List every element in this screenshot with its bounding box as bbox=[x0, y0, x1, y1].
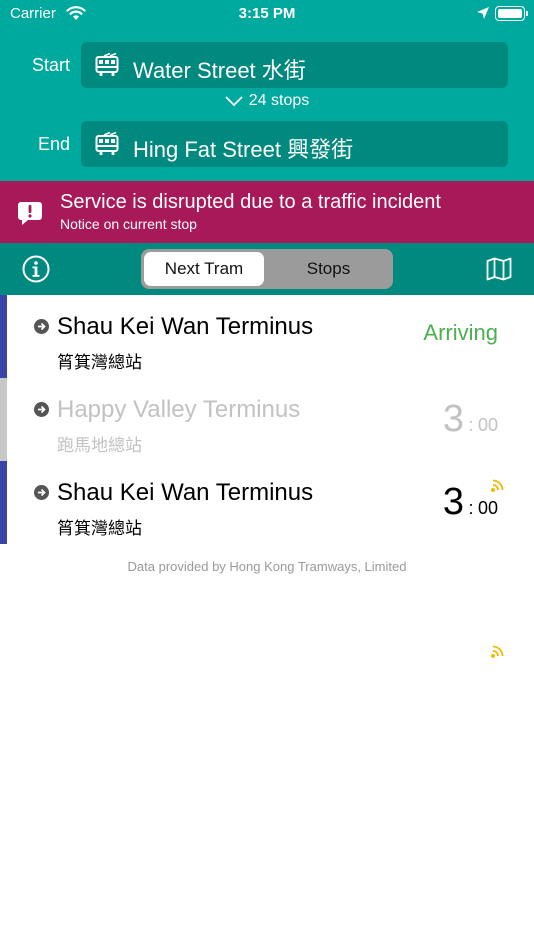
eta-seconds: 00 bbox=[477, 498, 498, 518]
view-segmented-control: Next Tram Stops bbox=[141, 249, 393, 289]
list-item[interactable]: Shau Kei Wan Terminus 筲箕灣總站 Arriving bbox=[0, 295, 534, 378]
end-label: End bbox=[37, 134, 70, 154]
destination-name: Shau Kei Wan Terminus bbox=[57, 313, 314, 340]
end-stop-selector[interactable]: Hing Fat Street 興發街 bbox=[81, 121, 508, 167]
route-color-accent bbox=[0, 378, 7, 461]
destination-name-zh: 跑馬地總站 bbox=[57, 436, 142, 455]
service-notice-banner[interactable]: Service is disrupted due to a traffic in… bbox=[0, 181, 534, 243]
notice-subtitle: Notice on current stop bbox=[60, 216, 197, 232]
direction-arrow-icon bbox=[34, 319, 49, 334]
route-color-accent bbox=[0, 295, 7, 378]
location-arrow-icon bbox=[477, 7, 489, 19]
status-time: 3:15 PM bbox=[238, 5, 296, 22]
tab-stops[interactable]: Stops bbox=[267, 252, 390, 286]
arrival-list: Shau Kei Wan Terminus 筲箕灣總站 Arriving Hap… bbox=[0, 295, 534, 658]
list-item[interactable]: Happy Valley Terminus 跑馬地總站 3 : 00 bbox=[0, 378, 534, 492]
eta-countdown: 3 : 00 bbox=[443, 398, 498, 441]
destination-name-zh: 筲箕灣總站 bbox=[57, 353, 142, 372]
info-icon[interactable] bbox=[22, 255, 50, 283]
toolbar: Next Tram Stops bbox=[0, 243, 534, 295]
status-bar: Carrier 3:15 PM bbox=[0, 0, 534, 28]
eta-seconds: 00 bbox=[477, 415, 498, 435]
data-attribution: Data provided by Hong Kong Tramways, Lim… bbox=[127, 559, 407, 574]
start-label: Start bbox=[31, 55, 70, 75]
tram-icon bbox=[95, 53, 119, 77]
chevron-down-icon bbox=[225, 96, 243, 106]
end-stop-name: Hing Fat Street 興發街 bbox=[133, 137, 354, 162]
destination-name: Shau Kei Wan Terminus bbox=[57, 479, 314, 506]
eta-countdown: 3 : 00 bbox=[443, 481, 498, 524]
eta-separator: : bbox=[468, 498, 474, 518]
arrival-status: Arriving bbox=[423, 320, 498, 345]
direction-arrow-icon bbox=[34, 402, 49, 417]
stops-count-label: 24 stops bbox=[248, 92, 310, 109]
direction-arrow-icon bbox=[34, 485, 49, 500]
eta-minutes: 3 bbox=[442, 398, 465, 440]
notice-title: Service is disrupted due to a traffic in… bbox=[60, 191, 441, 213]
tram-icon bbox=[95, 132, 119, 156]
eta-separator: : bbox=[468, 415, 474, 435]
map-icon[interactable] bbox=[486, 257, 512, 281]
destination-name-zh: 筲箕灣總站 bbox=[57, 519, 142, 538]
route-header: Carrier 3:15 PM Start Water Street 水街 24… bbox=[0, 0, 534, 181]
tab-next-tram[interactable]: Next Tram bbox=[144, 252, 264, 286]
stops-count[interactable]: 24 stops bbox=[0, 92, 534, 110]
list-item[interactable]: Shau Kei Wan Terminus 筲箕灣總站 3 : 00 bbox=[0, 461, 534, 658]
route-color-accent bbox=[0, 461, 7, 544]
start-stop-name: Water Street 水街 bbox=[133, 58, 306, 83]
realtime-signal-icon bbox=[491, 645, 504, 658]
alert-bubble-icon bbox=[18, 202, 42, 225]
start-stop-selector[interactable]: Water Street 水街 bbox=[81, 42, 508, 88]
eta-minutes: 3 bbox=[442, 481, 465, 523]
battery-icon bbox=[495, 6, 528, 21]
destination-name: Happy Valley Terminus bbox=[57, 396, 301, 423]
